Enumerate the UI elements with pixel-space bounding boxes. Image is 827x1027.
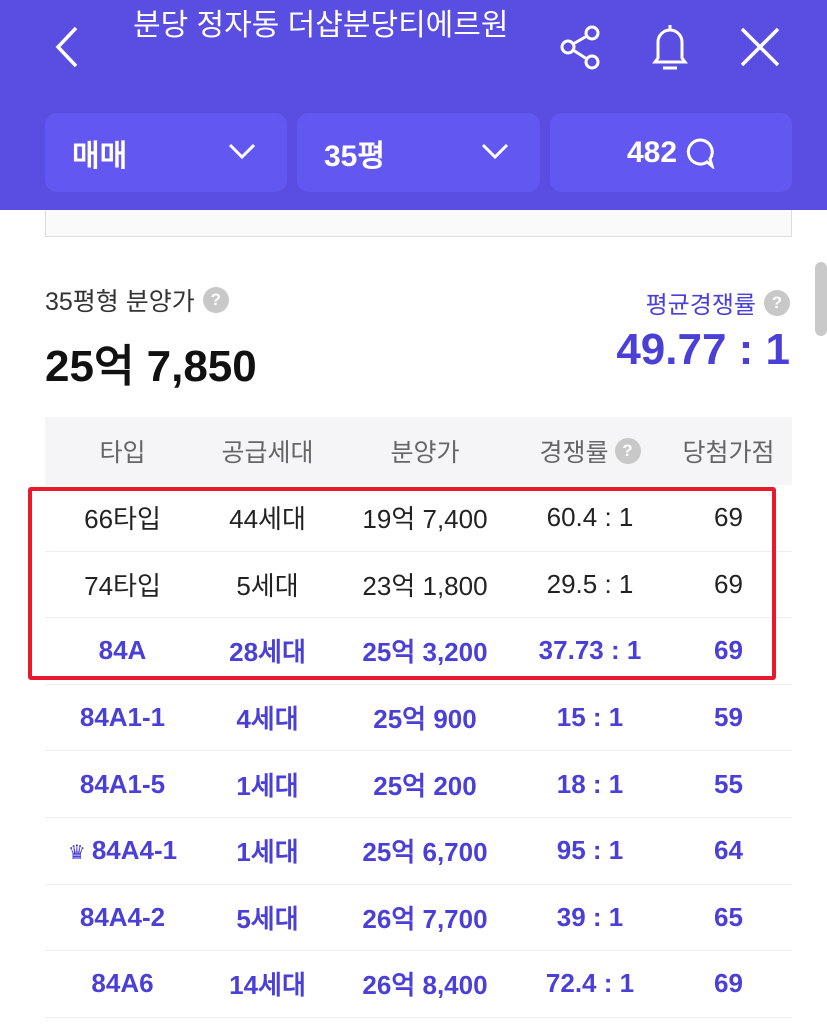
- col-units: 공급세대: [221, 439, 314, 467]
- presale-price-label: 35평형 분양가?: [45, 282, 229, 318]
- cell-score: 55: [714, 768, 743, 799]
- cell-rate: 18 : 1: [556, 768, 624, 799]
- crown-icon: ♛: [67, 842, 86, 865]
- col-type: 타입: [99, 439, 146, 467]
- table-row[interactable]: 84A6 14세대 26억 8,400 72.4 : 1 69: [45, 951, 792, 1018]
- comment-icon: [686, 137, 715, 169]
- cell-units: 5세대: [236, 903, 299, 934]
- presale-price: 25억 7,850: [45, 342, 257, 391]
- cell-price: 25억 200: [373, 770, 477, 801]
- chevron-down-icon: [481, 143, 509, 160]
- cell-score: 59: [714, 702, 743, 733]
- table-row[interactable]: 84A4-2 5세대 26억 7,700 39 : 1 65: [45, 885, 792, 952]
- cell-rate: 72.4 : 1: [545, 968, 635, 999]
- cell-type: 84A6: [91, 968, 154, 999]
- help-icon[interactable]: ?: [202, 287, 229, 313]
- avg-rate: 49.77 : 1: [616, 325, 790, 374]
- cell-type: 84A4-2: [79, 901, 166, 932]
- close-icon[interactable]: [735, 22, 785, 72]
- size-select[interactable]: 35평: [297, 113, 540, 192]
- content-box: [45, 210, 792, 237]
- cell-units: 1세대: [236, 770, 299, 801]
- col-price: 분양가: [390, 439, 460, 467]
- cell-score: 69: [714, 968, 743, 999]
- col-rate: 경쟁률?: [515, 433, 665, 469]
- help-icon[interactable]: ?: [614, 438, 641, 464]
- cell-rate: 39 : 1: [556, 901, 624, 932]
- cell-price: 26억 7,700: [362, 903, 488, 934]
- table-header: 타입 공급세대 분양가 경쟁률? 당첨가점: [45, 417, 792, 485]
- comments-button[interactable]: 482: [550, 113, 792, 192]
- cell-price: 25억 900: [373, 704, 477, 735]
- avg-rate-label: 평균경쟁률?: [646, 285, 790, 320]
- col-score: 당첨가점: [682, 439, 775, 467]
- deal-type-select[interactable]: 매매: [45, 113, 287, 192]
- cell-price: 26억 8,400: [362, 970, 488, 1001]
- table-row[interactable]: 84A1-1 4세대 25억 900 15 : 1 59: [45, 685, 792, 752]
- cell-rate: 95 : 1: [556, 835, 624, 866]
- cell-rate: 15 : 1: [556, 702, 624, 733]
- cell-price: 25억 6,700: [362, 837, 488, 868]
- cell-type: ♛ 84A4-1: [67, 835, 178, 866]
- cell-score: 64: [714, 835, 743, 866]
- bell-icon[interactable]: [645, 22, 695, 72]
- cell-type: 84A1-5: [79, 768, 166, 799]
- cell-type: 84A1-1: [79, 702, 166, 733]
- cell-units: 4세대: [236, 704, 299, 735]
- help-icon[interactable]: ?: [764, 289, 790, 316]
- back-icon[interactable]: [50, 22, 90, 72]
- share-icon[interactable]: [556, 22, 606, 72]
- chevron-down-icon: [228, 143, 256, 160]
- table-row[interactable]: ♛ 84A4-1 1세대 25억 6,700 95 : 1 64: [45, 818, 792, 885]
- app-header: 분당 정자동 더샵분당티에르원 매매 35평 482: [0, 0, 827, 210]
- cell-units: 1세대: [236, 837, 299, 868]
- table-row[interactable]: 84A1-5 1세대 25억 200 18 : 1 55: [45, 751, 792, 818]
- scrollbar[interactable]: [815, 262, 827, 336]
- highlight-box: [28, 487, 776, 680]
- page-title: 분당 정자동 더샵분당티에르원: [133, 9, 509, 42]
- cell-score: 65: [714, 901, 743, 932]
- cell-units: 14세대: [229, 970, 306, 1001]
